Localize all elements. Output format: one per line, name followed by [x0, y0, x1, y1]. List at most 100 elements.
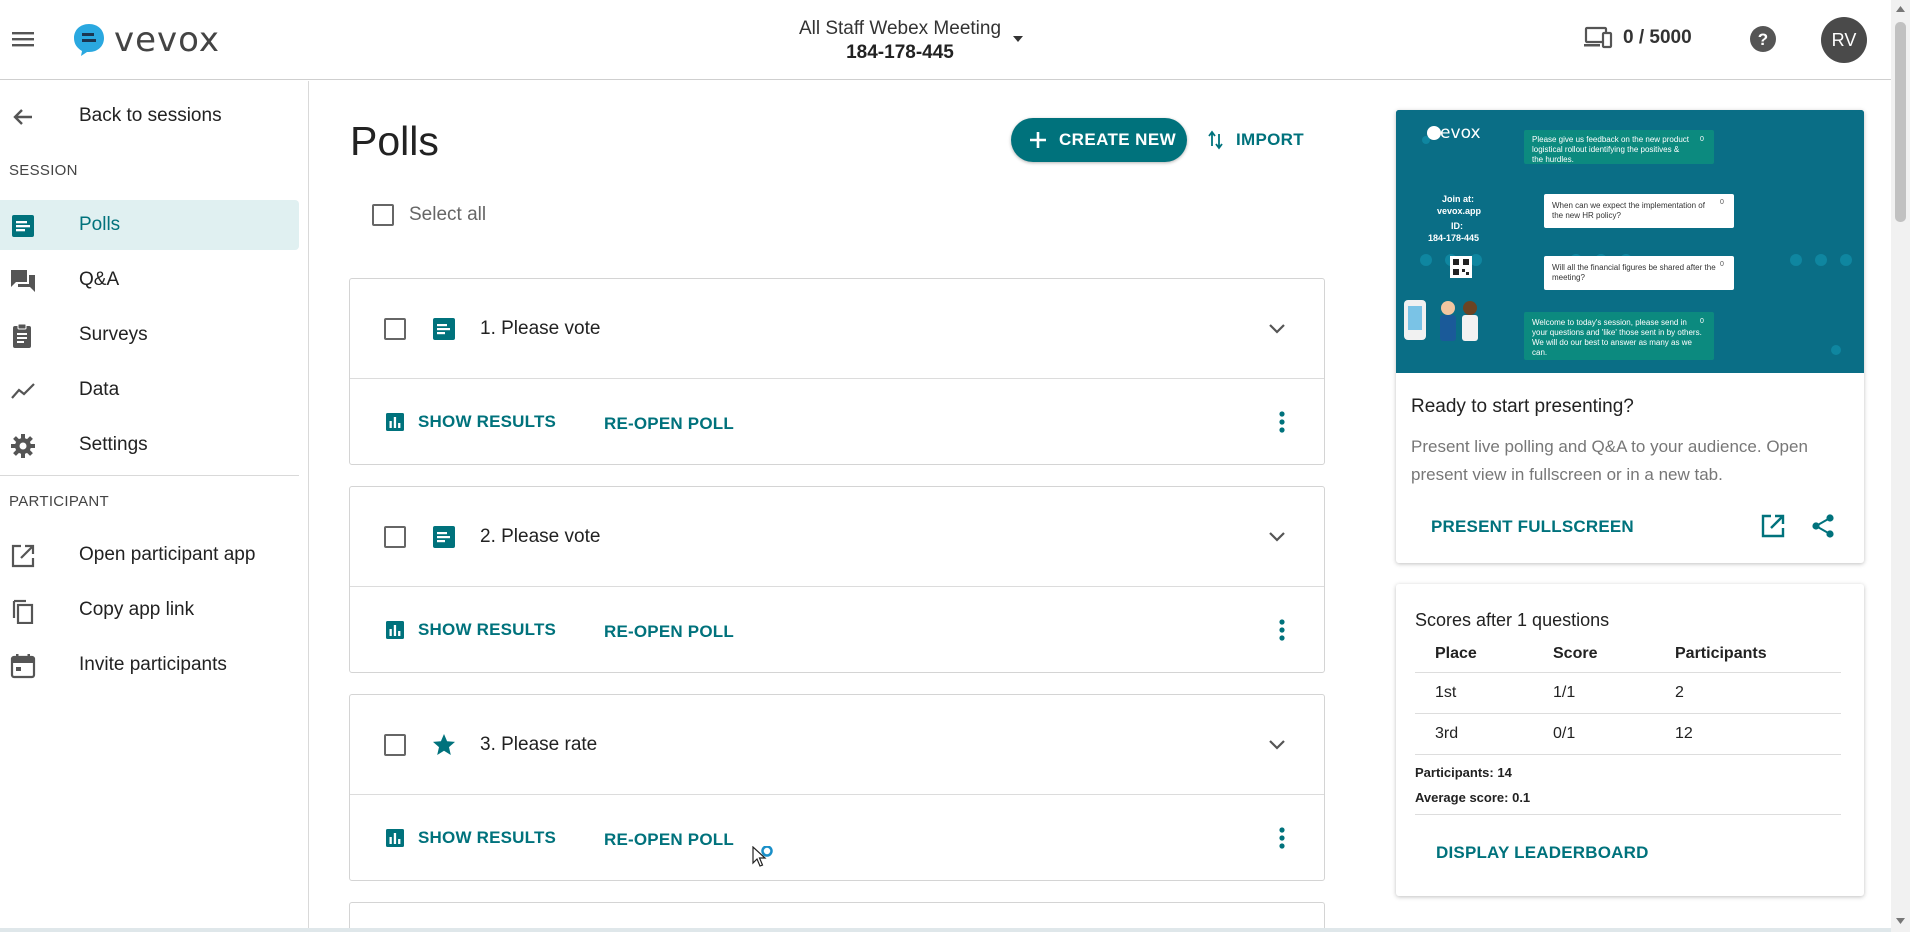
page-scrollbar[interactable] [1891, 0, 1910, 932]
poll-actions: SHOW RESULTS RE-OPEN POLL [350, 380, 1324, 466]
sidebar-item-copy-app-link[interactable]: Copy app link [0, 585, 299, 635]
scroll-up-icon[interactable] [1896, 6, 1905, 12]
show-results-button[interactable]: SHOW RESULTS [386, 620, 556, 640]
caret-down-icon[interactable] [1013, 36, 1023, 42]
preview-like-count: 0 [1700, 318, 1704, 325]
sidebar-item-invite-participants[interactable]: Invite participants [0, 640, 299, 690]
poll-checkbox[interactable] [384, 318, 406, 340]
help-icon[interactable]: ? [1748, 24, 1778, 54]
gear-icon [10, 433, 36, 459]
sidebar-item-label: Copy app link [79, 599, 195, 620]
column-header: Participants [1655, 636, 1841, 673]
open-new-tab-icon[interactable] [1760, 513, 1786, 539]
column-header: Score [1533, 636, 1655, 673]
sidebar-item-label: Open participant app [79, 544, 256, 565]
participants-stat-label: Participants: [1415, 765, 1494, 780]
show-results-label: SHOW RESULTS [418, 620, 557, 639]
vevox-logo[interactable]: vevox [72, 20, 220, 60]
reopen-poll-button[interactable]: RE-OPEN POLL [604, 830, 734, 850]
sidebar-item-label: Invite participants [79, 654, 227, 675]
open-external-icon [10, 543, 36, 569]
calendar-icon [10, 653, 36, 679]
bottom-edge [0, 928, 1891, 932]
sidebar: Back to sessions SESSION Polls Q&A Surve… [0, 81, 309, 932]
poll-header[interactable]: 1. Please vote [350, 279, 1324, 379]
show-results-label: SHOW RESULTS [418, 828, 557, 847]
preview-join-label: Join at: [1442, 194, 1475, 204]
poll-title: 2. Please vote [480, 526, 601, 547]
more-vert-icon[interactable] [1278, 826, 1286, 850]
scrollbar-thumb[interactable] [1895, 22, 1906, 222]
trend-icon [10, 378, 36, 404]
poll-header[interactable]: 2. Please vote [350, 487, 1324, 587]
create-new-button[interactable]: CREATE NEW [1011, 118, 1187, 162]
show-results-button[interactable]: SHOW RESULTS [386, 828, 556, 848]
scores-divider [1415, 814, 1841, 815]
bar-chart-icon [386, 829, 404, 847]
average-score-stat: Average score: 0.1 [1415, 790, 1530, 805]
table-cell: 2 [1655, 672, 1841, 714]
reopen-poll-button[interactable]: RE-OPEN POLL [604, 622, 734, 642]
select-all-checkbox[interactable] [372, 204, 394, 226]
devices-icon [1584, 26, 1613, 49]
select-all-label: Select all [409, 204, 487, 225]
chevron-down-icon[interactable] [1268, 323, 1286, 335]
poll-header[interactable]: 3. Please rate [350, 695, 1324, 795]
chevron-down-icon[interactable] [1268, 739, 1286, 751]
poll-title: 1. Please vote [480, 318, 601, 339]
show-results-label: SHOW RESULTS [418, 412, 557, 431]
arrow-left-icon [10, 104, 36, 130]
import-sort-icon [1208, 130, 1224, 150]
sidebar-item-settings[interactable]: Settings [0, 420, 299, 470]
import-button[interactable]: IMPORT [1208, 126, 1304, 154]
sidebar-divider [0, 475, 299, 476]
poll-card: 1. Please vote SHOW RESULTS RE-OPEN POLL [349, 278, 1325, 465]
poll-checkbox[interactable] [384, 734, 406, 756]
participant-limit: 0 / 5000 [1583, 26, 1692, 50]
scroll-down-icon[interactable] [1896, 918, 1905, 924]
star-icon [432, 733, 456, 757]
sidebar-item-label: Data [79, 379, 120, 400]
poll-actions: SHOW RESULTS RE-OPEN POLL [350, 796, 1324, 882]
present-card: vevox Join at: vevox.app ID: 184-178-445… [1396, 110, 1864, 563]
poll-card: 2. Please vote SHOW RESULTS RE-OPEN POLL [349, 486, 1325, 673]
preview-id-label: ID: [1451, 221, 1463, 231]
present-fullscreen-button[interactable]: PRESENT FULLSCREEN [1431, 517, 1634, 537]
preview-bubble: Please give us feedback on the new produ… [1532, 135, 1689, 164]
table-row: 3rd 0/1 12 [1415, 713, 1841, 755]
display-leaderboard-button[interactable]: DISPLAY LEADERBOARD [1436, 843, 1649, 863]
chevron-down-icon[interactable] [1268, 531, 1286, 543]
preview-bubble: Welcome to today's session, please send … [1532, 318, 1702, 357]
sidebar-item-data[interactable]: Data [0, 365, 299, 415]
share-icon[interactable] [1810, 513, 1836, 539]
qa-icon [10, 268, 36, 294]
avatar[interactable]: RV [1821, 17, 1867, 63]
table-row: 1st 1/1 2 [1415, 672, 1841, 714]
poll-checkbox[interactable] [384, 526, 406, 548]
session-name: All Staff Webex Meeting [798, 18, 1002, 39]
show-results-button[interactable]: SHOW RESULTS [386, 412, 556, 432]
more-vert-icon[interactable] [1278, 618, 1286, 642]
scores-title: Scores after 1 questions [1415, 610, 1610, 630]
present-preview[interactable]: vevox Join at: vevox.app ID: 184-178-445… [1396, 110, 1864, 373]
session-selector[interactable]: All Staff Webex Meeting 184-178-445 [770, 18, 1030, 64]
sidebar-item-polls[interactable]: Polls [0, 200, 299, 250]
select-all[interactable]: Select all [372, 204, 486, 226]
poll-list-icon [432, 317, 456, 341]
more-vert-icon[interactable] [1278, 410, 1286, 434]
reopen-poll-button[interactable]: RE-OPEN POLL [604, 414, 734, 434]
sidebar-item-surveys[interactable]: Surveys [0, 310, 299, 360]
scores-table: Place Score Participants 1st 1/1 2 3rd 0… [1415, 636, 1841, 755]
create-new-label: CREATE NEW [1059, 130, 1177, 149]
table-header-row: Place Score Participants [1415, 636, 1841, 673]
present-title: Ready to start presenting? [1411, 396, 1634, 417]
menu-icon[interactable] [10, 28, 38, 50]
back-to-sessions[interactable]: Back to sessions [0, 91, 299, 141]
participant-count-text: 0 / 5000 [1623, 27, 1692, 48]
sidebar-item-open-participant-app[interactable]: Open participant app [0, 530, 299, 580]
preview-bubble: Will all the financial figures be shared… [1552, 263, 1716, 282]
session-id: 184-178-445 [846, 42, 954, 63]
clipboard-icon [10, 323, 36, 349]
poll-list-icon [432, 525, 456, 549]
sidebar-item-qa[interactable]: Q&A [0, 255, 299, 305]
